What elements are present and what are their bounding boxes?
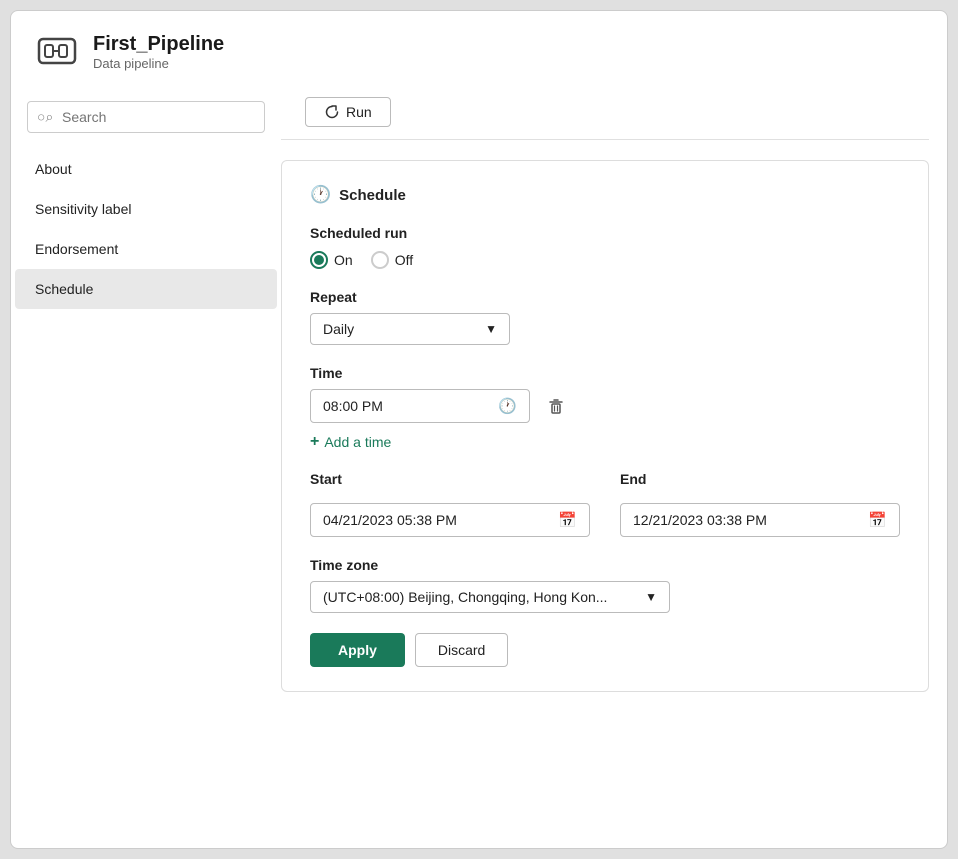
- run-label: Run: [346, 104, 372, 120]
- time-label: Time: [310, 365, 900, 381]
- start-value: 04/21/2023 05:38 PM: [323, 512, 457, 528]
- header-text: First_Pipeline Data pipeline: [93, 32, 224, 71]
- radio-row: On Off: [310, 251, 900, 269]
- repeat-label: Repeat: [310, 289, 900, 305]
- clock-small-icon: 🕐: [498, 397, 517, 415]
- search-input[interactable]: [27, 101, 265, 133]
- content-area: Run 🕐 Schedule Scheduled run On: [281, 85, 948, 848]
- run-icon: [324, 104, 340, 120]
- timezone-label: Time zone: [310, 557, 900, 573]
- radio-on-label: On: [334, 252, 353, 268]
- pipeline-title: First_Pipeline: [93, 32, 224, 56]
- end-group: End 12/21/2023 03:38 PM 📅: [620, 471, 900, 537]
- time-group: Time 08:00 PM 🕐: [310, 365, 900, 451]
- chevron-down-icon: ▼: [485, 322, 497, 336]
- end-input[interactable]: 12/21/2023 03:38 PM 📅: [620, 503, 900, 537]
- start-group: Start 04/21/2023 05:38 PM 📅: [310, 471, 590, 537]
- pipeline-icon: [35, 29, 79, 73]
- end-label: End: [620, 471, 900, 487]
- radio-off-circle: [371, 251, 389, 269]
- run-button[interactable]: Run: [305, 97, 391, 127]
- time-row: 08:00 PM 🕐: [310, 389, 900, 423]
- scheduled-run-group: Scheduled run On Off: [310, 225, 900, 269]
- repeat-select[interactable]: Daily ▼: [310, 313, 510, 345]
- sidebar-item-schedule[interactable]: Schedule: [15, 269, 277, 309]
- radio-on[interactable]: On: [310, 251, 353, 269]
- timezone-group: Time zone (UTC+08:00) Beijing, Chongqing…: [310, 557, 900, 613]
- main-content: ○⌕ About Sensitivity label Endorsement S…: [11, 85, 947, 848]
- app-window: First_Pipeline Data pipeline ○⌕ About Se…: [10, 10, 948, 849]
- timezone-value: (UTC+08:00) Beijing, Chongqing, Hong Kon…: [323, 589, 607, 605]
- toolbar: Run: [281, 85, 948, 139]
- plus-icon: +: [310, 433, 319, 451]
- trash-icon: [546, 396, 566, 416]
- radio-on-circle: [310, 251, 328, 269]
- start-input[interactable]: 04/21/2023 05:38 PM 📅: [310, 503, 590, 537]
- search-box: ○⌕: [27, 101, 265, 133]
- repeat-group: Repeat Daily ▼: [310, 289, 900, 345]
- schedule-panel: 🕐 Schedule Scheduled run On Off: [281, 160, 929, 692]
- start-label: Start: [310, 471, 590, 487]
- time-value: 08:00 PM: [323, 398, 383, 414]
- chevron-down-tz-icon: ▼: [645, 590, 657, 604]
- toolbar-divider: [281, 139, 929, 140]
- scheduled-run-label: Scheduled run: [310, 225, 900, 241]
- time-input[interactable]: 08:00 PM 🕐: [310, 389, 530, 423]
- calendar-end-icon: 📅: [868, 511, 887, 529]
- sidebar: ○⌕ About Sensitivity label Endorsement S…: [11, 85, 281, 848]
- radio-off[interactable]: Off: [371, 251, 413, 269]
- timezone-select[interactable]: (UTC+08:00) Beijing, Chongqing, Hong Kon…: [310, 581, 670, 613]
- calendar-start-icon: 📅: [558, 511, 577, 529]
- header: First_Pipeline Data pipeline: [11, 11, 947, 85]
- search-icon: ○⌕: [37, 109, 53, 126]
- schedule-panel-title: 🕐 Schedule: [310, 185, 900, 205]
- add-time-label: Add a time: [324, 434, 391, 450]
- repeat-value: Daily: [323, 321, 354, 337]
- discard-button[interactable]: Discard: [415, 633, 508, 667]
- date-row: Start 04/21/2023 05:38 PM 📅 End 12/21/20…: [310, 471, 900, 537]
- sidebar-item-sensitivity-label[interactable]: Sensitivity label: [15, 189, 277, 229]
- delete-time-button[interactable]: [540, 390, 572, 422]
- apply-button[interactable]: Apply: [310, 633, 405, 667]
- action-row: Apply Discard: [310, 633, 900, 667]
- sidebar-item-about[interactable]: About: [15, 149, 277, 189]
- radio-off-label: Off: [395, 252, 413, 268]
- pipeline-subtitle: Data pipeline: [93, 56, 224, 71]
- sidebar-item-endorsement[interactable]: Endorsement: [15, 229, 277, 269]
- clock-icon: 🕐: [310, 185, 331, 205]
- add-time-link[interactable]: + Add a time: [310, 433, 900, 451]
- end-value: 12/21/2023 03:38 PM: [633, 512, 767, 528]
